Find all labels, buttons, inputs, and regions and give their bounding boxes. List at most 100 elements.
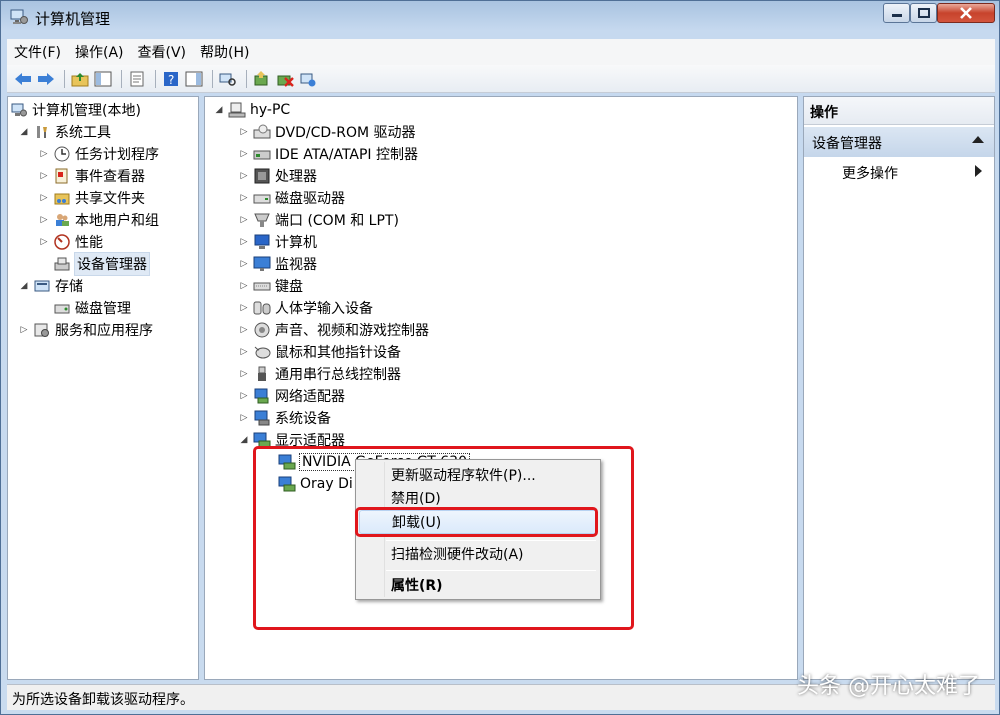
tree-label: 设备管理器 (74, 252, 150, 276)
tree-label: 存储 (55, 279, 83, 295)
back-button[interactable] (13, 69, 33, 89)
toolbar-separator (155, 69, 156, 88)
device-category-dvd[interactable]: ▷ DVD/CD-ROM 驱动器 (238, 121, 416, 143)
category-label: 网络适配器 (275, 389, 345, 405)
help-button[interactable]: ? (161, 69, 181, 89)
device-category-keyboards[interactable]: ▷ 键盘 (238, 275, 303, 297)
category-label: 通用串行总线控制器 (275, 367, 401, 383)
collapsed-triangle-icon[interactable]: ▷ (238, 170, 250, 182)
menu-action[interactable]: 操作(A) (68, 42, 131, 62)
device-category-disk-drives[interactable]: ▷ 磁盘驱动器 (238, 187, 345, 209)
export-list-icon (130, 71, 144, 86)
menu-scan-hardware[interactable]: 扫描检测硬件改动(A) (359, 542, 597, 566)
collapsed-triangle-icon[interactable]: ▷ (238, 368, 250, 380)
tree-item-disk-management[interactable]: 磁盘管理 (53, 297, 131, 319)
close-icon (960, 7, 972, 19)
tree-item-performance[interactable]: ▷ 性能 (38, 231, 103, 253)
device-category-network[interactable]: ▷ 网络适配器 (238, 385, 345, 407)
collapsed-triangle-icon[interactable]: ▷ (238, 390, 250, 402)
category-label: 计算机 (275, 235, 317, 251)
tree-item-computer-management[interactable]: 计算机管理(本地) (10, 99, 141, 121)
menu-update-driver[interactable]: 更新驱动程序软件(P)... (359, 463, 597, 487)
more-actions-item[interactable]: 更多操作 (842, 163, 898, 183)
shared-folder-icon (53, 189, 71, 207)
collapsed-triangle-icon[interactable]: ▷ (38, 214, 50, 226)
actions-header: 操作 (804, 97, 994, 125)
enable-device-icon (300, 73, 316, 86)
collapsed-triangle-icon[interactable]: ▷ (38, 236, 50, 248)
collapsed-triangle-icon[interactable]: ▷ (238, 148, 250, 160)
tree-label: 本地用户和组 (75, 213, 159, 229)
disk-drive-icon (253, 189, 271, 207)
category-label: 人体学输入设备 (275, 301, 373, 317)
tree-item-system-tools[interactable]: ◢ 系统工具 (18, 121, 111, 143)
tree-item-device-manager[interactable]: 设备管理器 (53, 252, 150, 276)
title-bar[interactable]: 计算机管理 (1, 1, 1000, 37)
tree-item-services-apps[interactable]: ▷ 服务和应用程序 (18, 319, 153, 341)
collapsed-triangle-icon[interactable]: ▷ (238, 346, 250, 358)
collapsed-triangle-icon[interactable]: ▷ (238, 324, 250, 336)
minimize-button[interactable] (883, 3, 910, 23)
collapsed-triangle-icon[interactable]: ▷ (18, 324, 30, 336)
device-category-system[interactable]: ▷ 系统设备 (238, 407, 331, 429)
maximize-button[interactable] (910, 3, 937, 23)
device-category-monitors[interactable]: ▷ 监视器 (238, 253, 317, 275)
expanded-triangle-icon[interactable]: ◢ (18, 126, 30, 138)
collapsed-triangle-icon[interactable]: ▷ (238, 280, 250, 292)
window-title: 计算机管理 (35, 10, 111, 28)
up-level-button[interactable] (70, 69, 90, 89)
show-hide-tree-button[interactable] (93, 69, 113, 89)
device-tree-root[interactable]: ◢ hy-PC (213, 99, 291, 121)
collapsed-triangle-icon[interactable]: ▷ (238, 214, 250, 226)
console-tree-pane: 计算机管理(本地) ◢ 系统工具 ▷ 任务计划程序 ▷ 事件查看器 ▷ 共享文件… (7, 96, 199, 680)
tree-item-shared-folders[interactable]: ▷ 共享文件夹 (38, 187, 145, 209)
collapsed-triangle-icon[interactable]: ▷ (38, 170, 50, 182)
device-category-mice[interactable]: ▷ 鼠标和其他指针设备 (238, 341, 401, 363)
forward-button[interactable] (36, 69, 56, 89)
collapsed-triangle-icon[interactable]: ▷ (38, 148, 50, 160)
expanded-triangle-icon[interactable]: ◢ (238, 434, 250, 446)
collapsed-triangle-icon[interactable]: ▷ (238, 192, 250, 204)
actions-group-device-manager[interactable]: 设备管理器 (804, 127, 994, 157)
collapsed-triangle-icon[interactable]: ▷ (238, 302, 250, 314)
enable-device-button[interactable] (298, 69, 318, 89)
disk-management-icon (53, 299, 71, 317)
scan-hardware-button[interactable] (218, 69, 238, 89)
folder-up-icon (71, 72, 89, 86)
root-label: hy-PC (250, 102, 291, 118)
show-action-pane-button[interactable] (184, 69, 204, 89)
device-category-sound[interactable]: ▷ 声音、视频和游戏控制器 (238, 319, 429, 341)
expanded-triangle-icon[interactable]: ◢ (213, 104, 225, 116)
category-label: 声音、视频和游戏控制器 (275, 323, 429, 339)
tree-item-task-scheduler[interactable]: ▷ 任务计划程序 (38, 143, 159, 165)
category-label: 鼠标和其他指针设备 (275, 345, 401, 361)
collapsed-triangle-icon[interactable]: ▷ (238, 258, 250, 270)
collapsed-triangle-icon[interactable]: ▷ (238, 412, 250, 424)
uninstall-button[interactable] (275, 69, 295, 89)
system-device-icon (253, 409, 271, 427)
device-category-processors[interactable]: ▷ 处理器 (238, 165, 317, 187)
menu-view[interactable]: 查看(V) (131, 42, 194, 62)
collapsed-triangle-icon[interactable]: ▷ (238, 236, 250, 248)
tree-label: 事件查看器 (75, 169, 145, 185)
menu-file[interactable]: 文件(F) (7, 42, 68, 62)
device-category-computer[interactable]: ▷ 计算机 (238, 231, 317, 253)
tree-item-event-viewer[interactable]: ▷ 事件查看器 (38, 165, 145, 187)
update-driver-button[interactable] (252, 69, 272, 89)
tree-item-local-users[interactable]: ▷ 本地用户和组 (38, 209, 159, 231)
expanded-triangle-icon[interactable]: ◢ (18, 280, 30, 292)
menu-help[interactable]: 帮助(H) (193, 42, 256, 62)
menu-properties[interactable]: 属性(R) (359, 573, 597, 597)
port-icon (253, 211, 271, 229)
export-list-button[interactable] (127, 69, 147, 89)
close-button[interactable] (937, 3, 995, 23)
collapsed-triangle-icon[interactable]: ▷ (38, 192, 50, 204)
collapsed-triangle-icon[interactable]: ▷ (238, 126, 250, 138)
device-category-ide[interactable]: ▷ IDE ATA/ATAPI 控制器 (238, 143, 418, 165)
device-category-usb[interactable]: ▷ 通用串行总线控制器 (238, 363, 401, 385)
device-category-hid[interactable]: ▷ 人体学输入设备 (238, 297, 373, 319)
tree-item-storage[interactable]: ◢ 存储 (18, 275, 83, 297)
clock-icon (53, 145, 71, 163)
device-category-ports[interactable]: ▷ 端口 (COM 和 LPT) (238, 209, 399, 231)
collapse-up-icon[interactable] (972, 136, 984, 143)
